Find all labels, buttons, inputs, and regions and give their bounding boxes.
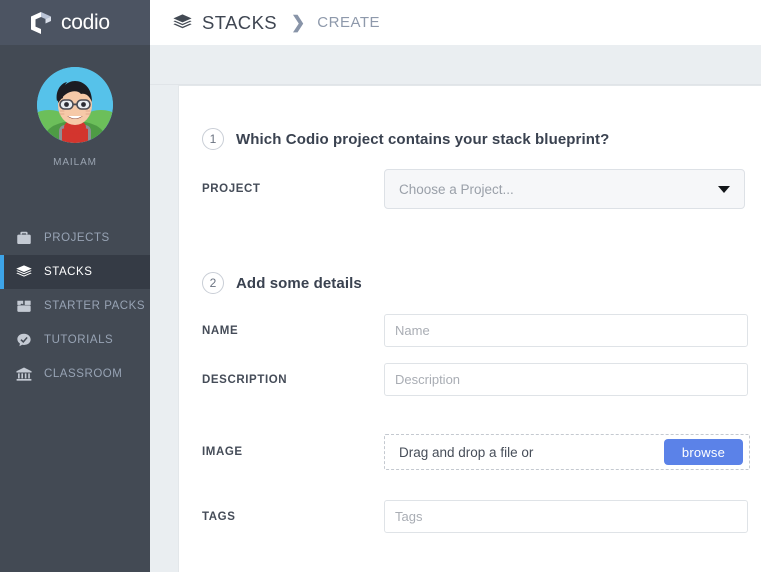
tutorial-icon <box>14 330 34 350</box>
toolbar-strip <box>150 45 761 85</box>
chevron-right-icon: ❯ <box>291 13 306 32</box>
image-dropzone[interactable]: Drag and drop a file or browse <box>384 434 750 470</box>
name-input[interactable] <box>384 314 748 347</box>
field-project: PROJECT Choose a Project... <box>179 169 761 209</box>
sidebar-item-label: CLASSROOM <box>44 368 123 380</box>
sidebar-item-starter-packs[interactable]: STARTER PACKS <box>0 289 150 323</box>
layers-icon <box>14 262 34 282</box>
project-select-value: Choose a Project... <box>399 181 514 197</box>
field-label-description: DESCRIPTION <box>202 373 288 386</box>
breadcrumb: STACKS ❯ CREATE <box>150 0 761 45</box>
sidebar: codio MAILAM PROJECTS STACKS STARTER PAC… <box>0 0 150 572</box>
field-label-image: IMAGE <box>202 446 243 458</box>
layers-icon <box>172 12 193 33</box>
description-input[interactable] <box>384 363 748 396</box>
sidebar-item-label: STACKS <box>44 266 93 278</box>
step-1-header: 1 Which Codio project contains your stac… <box>179 128 761 150</box>
project-select[interactable]: Choose a Project... <box>384 169 745 209</box>
step-title: Which Codio project contains your stack … <box>236 130 610 148</box>
briefcase-icon <box>14 228 34 248</box>
main-area: STACKS ❯ CREATE 1 Which Codio project co… <box>150 0 761 572</box>
dropzone-prompt: Drag and drop a file or <box>399 444 534 460</box>
chevron-down-icon <box>718 185 730 193</box>
field-image: IMAGE Drag and drop a file or browse <box>179 434 761 470</box>
sidebar-nav: PROJECTS STACKS STARTER PACKS TUTORIALS … <box>0 221 150 391</box>
username-label: MAILAM <box>53 157 97 168</box>
sidebar-item-label: TUTORIALS <box>44 334 114 346</box>
app-root: codio MAILAM PROJECTS STACKS STARTER PAC… <box>0 0 761 572</box>
create-stack-form-card: 1 Which Codio project contains your stac… <box>178 85 761 572</box>
step-number: 2 <box>202 272 224 294</box>
step-2: 2 Add some details <box>179 272 761 294</box>
breadcrumb-primary[interactable]: STACKS <box>202 12 277 34</box>
field-label-name: NAME <box>202 324 239 337</box>
avatar[interactable] <box>37 67 113 143</box>
sidebar-item-label: PROJECTS <box>44 232 110 244</box>
classroom-icon <box>14 364 34 384</box>
step-2-header: 2 Add some details <box>179 272 761 294</box>
brand-logo[interactable]: codio <box>0 0 150 45</box>
field-description: DESCRIPTION <box>179 363 761 396</box>
step-number: 1 <box>202 128 224 150</box>
sidebar-item-label: STARTER PACKS <box>44 300 146 312</box>
left-gutter <box>150 85 178 572</box>
codio-cube-icon <box>28 10 54 36</box>
tags-input[interactable] <box>384 500 748 533</box>
field-tags: TAGS <box>179 500 761 533</box>
breadcrumb-secondary: CREATE <box>317 14 381 31</box>
step-1: 1 Which Codio project contains your stac… <box>179 128 761 150</box>
package-icon <box>14 296 34 316</box>
brand-name: codio <box>61 11 110 34</box>
field-label-tags: TAGS <box>202 510 236 523</box>
sidebar-item-tutorials[interactable]: TUTORIALS <box>0 323 150 357</box>
step-title: Add some details <box>236 274 362 292</box>
profile-block: MAILAM <box>0 45 150 168</box>
sidebar-item-projects[interactable]: PROJECTS <box>0 221 150 255</box>
field-label-project: PROJECT <box>202 183 261 195</box>
sidebar-item-stacks[interactable]: STACKS <box>0 255 150 289</box>
sidebar-item-classroom[interactable]: CLASSROOM <box>0 357 150 391</box>
field-name: NAME <box>179 314 761 347</box>
browse-button[interactable]: browse <box>663 439 743 465</box>
